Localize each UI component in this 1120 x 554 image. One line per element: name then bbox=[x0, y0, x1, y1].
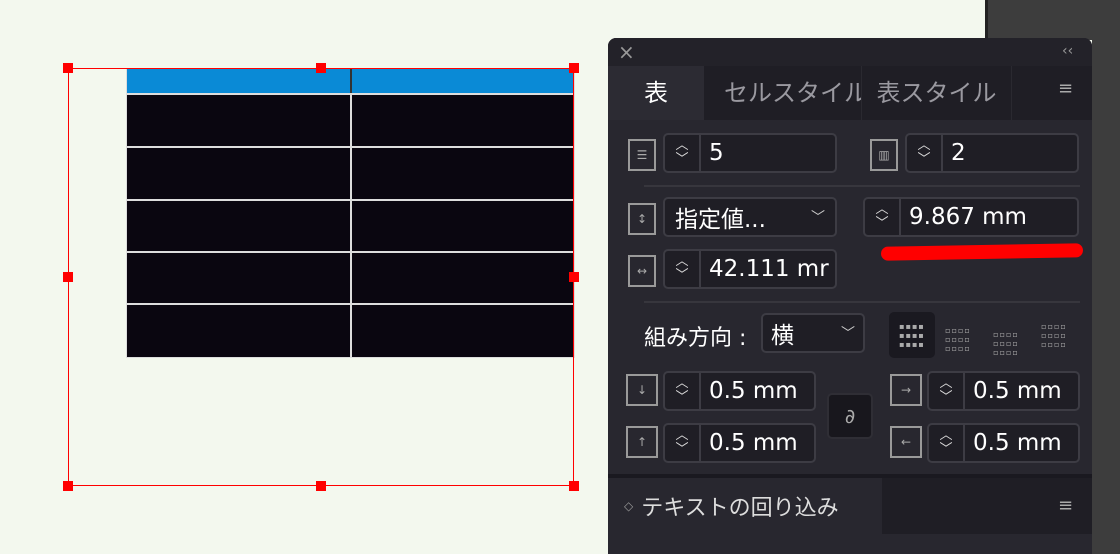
table-panel: × ‹‹ 表 セルスタイル 表スタイル ≡ ☰ ︿ ﹀ 5 ▥ ︿ ﹀ 2 ↕ 指定値.… bbox=[608, 38, 1092, 554]
selection-handle[interactable] bbox=[63, 481, 73, 491]
tab-table-style[interactable]: 表スタイル bbox=[862, 66, 1012, 120]
stepper-arrows-icon[interactable]: ︿ ﹀ bbox=[665, 135, 701, 171]
stepper-arrows-icon[interactable]: ︿ ﹀ bbox=[665, 251, 701, 287]
red-underline-annotation bbox=[880, 243, 1084, 261]
row-height-stepper[interactable]: ︿ ﹀ 9.867 mm bbox=[863, 197, 1079, 237]
direction-value: 横 bbox=[771, 323, 794, 349]
row-height-icon: ↕ bbox=[628, 203, 656, 235]
row-height-mode-dropdown[interactable]: 指定値... ﹀ bbox=[663, 197, 837, 237]
inset-bottom-stepper[interactable]: ︿ ﹀ 0.5 mm bbox=[663, 423, 816, 463]
rows-stepper[interactable]: ︿ ﹀ 5 bbox=[663, 133, 837, 173]
divider bbox=[644, 185, 1080, 187]
updown-icon: ◇ bbox=[624, 499, 634, 513]
inset-top-value[interactable]: 0.5 mm bbox=[701, 378, 798, 404]
inset-right-value[interactable]: 0.5 mm bbox=[965, 430, 1062, 456]
background-window bbox=[985, 0, 1120, 40]
collapse-icon[interactable]: ‹‹ bbox=[1062, 43, 1073, 59]
tab-cell-style[interactable]: セルスタイル bbox=[704, 66, 862, 120]
inset-left-icon: → bbox=[890, 374, 922, 406]
stepper-arrows-icon[interactable]: ︿ ﹀ bbox=[907, 135, 943, 171]
panel-titlebar: × ‹‹ bbox=[608, 38, 1092, 66]
stepper-arrows-icon[interactable]: ︿ ﹀ bbox=[929, 373, 965, 409]
grid-align-2-icon[interactable]: ▫▫▫▫ ▫▫▫▫ ▫▫▫▫ bbox=[935, 316, 981, 362]
inset-top-stepper[interactable]: ︿ ﹀ 0.5 mm bbox=[663, 371, 816, 411]
stepper-arrows-icon[interactable]: ︿ ﹀ bbox=[865, 199, 901, 235]
close-icon[interactable]: × bbox=[618, 40, 635, 64]
column-width-icon: ↔ bbox=[628, 255, 656, 287]
chevron-down-icon: ﹀ bbox=[811, 210, 825, 226]
tab-text-wrap[interactable]: ◇ テキストの回り込み bbox=[608, 478, 882, 534]
link-icon[interactable]: ∂ bbox=[827, 393, 873, 439]
selection-handle[interactable] bbox=[316, 481, 326, 491]
selection-handle[interactable] bbox=[569, 481, 579, 491]
columns-value[interactable]: 2 bbox=[943, 140, 966, 166]
inset-bottom-icon: ↑ bbox=[626, 426, 658, 458]
inset-left-value[interactable]: 0.5 mm bbox=[965, 378, 1062, 404]
column-width-value[interactable]: 42.111 mr bbox=[701, 256, 829, 282]
row-height-value[interactable]: 9.867 mm bbox=[901, 204, 1027, 230]
inset-right-stepper[interactable]: ︿ ﹀ 0.5 mm bbox=[927, 423, 1080, 463]
grid-align-4-icon[interactable]: ▫▫▫▫ ▫▫▫▫ ▫▫▫▫ bbox=[1031, 312, 1077, 358]
grid-align-1-icon[interactable]: ▪▪▪▪ ▪▪▪▪ ▪▪▪▪ bbox=[889, 312, 935, 358]
columns-icon: ▥ bbox=[870, 139, 898, 171]
column-width-stepper[interactable]: ︿ ﹀ 42.111 mr bbox=[663, 249, 837, 289]
selection-frame bbox=[68, 68, 574, 486]
background-window bbox=[1092, 38, 1120, 554]
inset-right-icon: ← bbox=[890, 426, 922, 458]
inset-left-stepper[interactable]: ︿ ﹀ 0.5 mm bbox=[927, 371, 1080, 411]
chevron-down-icon: ﹀ bbox=[841, 326, 855, 342]
selection-handle[interactable] bbox=[63, 63, 73, 73]
rows-icon: ☰ bbox=[628, 139, 656, 171]
row-height-mode-value: 指定値... bbox=[675, 207, 766, 233]
selection-handle[interactable] bbox=[316, 63, 326, 73]
divider bbox=[644, 301, 1080, 303]
inset-bottom-value[interactable]: 0.5 mm bbox=[701, 430, 798, 456]
selection-handle[interactable] bbox=[569, 272, 579, 282]
columns-stepper[interactable]: ︿ ﹀ 2 bbox=[905, 133, 1079, 173]
grid-align-3-icon[interactable]: ▫▫▫▫ ▫▫▫▫ ▫▫▫▫ bbox=[983, 320, 1029, 366]
text-wrap-label: テキストの回り込み bbox=[641, 496, 839, 521]
rows-value[interactable]: 5 bbox=[701, 140, 724, 166]
stepper-arrows-icon[interactable]: ︿ ﹀ bbox=[929, 425, 965, 461]
selection-handle[interactable] bbox=[63, 272, 73, 282]
inset-top-icon: ↓ bbox=[626, 374, 658, 406]
tab-table[interactable]: 表 bbox=[608, 66, 704, 120]
panel-menu-icon[interactable]: ≡ bbox=[1058, 78, 1073, 99]
selection-handle[interactable] bbox=[569, 63, 579, 73]
panel-menu-icon[interactable]: ≡ bbox=[1058, 495, 1073, 516]
direction-dropdown[interactable]: 横 ﹀ bbox=[761, 313, 865, 353]
direction-label: 組み方向 : bbox=[644, 326, 747, 351]
stepper-arrows-icon[interactable]: ︿ ﹀ bbox=[665, 425, 701, 461]
stepper-arrows-icon[interactable]: ︿ ﹀ bbox=[665, 373, 701, 409]
